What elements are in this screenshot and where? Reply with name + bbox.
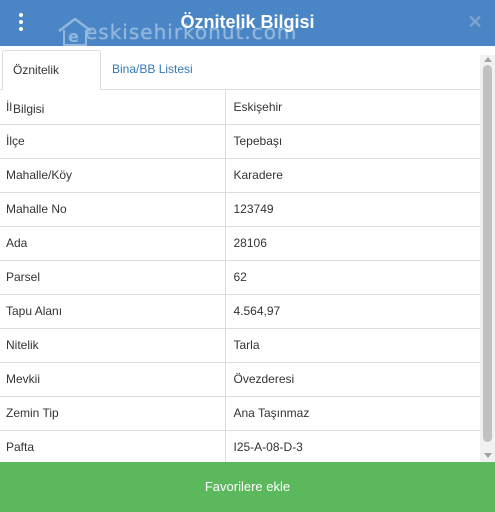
attribute-key: İlçe bbox=[0, 123, 226, 158]
attribute-value: I25-A-08-D-3 bbox=[225, 429, 480, 462]
table-row: Mahalle No 123749 bbox=[0, 191, 480, 226]
table-row: İlçe Tepebaşı bbox=[0, 123, 480, 158]
table-row: Ada 28106 bbox=[0, 225, 480, 260]
attribute-panel: İl Eskişehir İlçe Tepebaşı Mahalle/Köy Kara… bbox=[0, 90, 480, 462]
attribute-value: Eskişehir bbox=[233, 99, 283, 114]
scroll-up-arrow-icon[interactable] bbox=[484, 57, 492, 62]
dialog-title: Öznitelik Bilgisi bbox=[180, 12, 315, 32]
dialog-header: e eskisehirkonut.com Öznitelik Bilgisi ✕ bbox=[0, 0, 495, 46]
attribute-key: Tapu Alanı bbox=[0, 293, 226, 328]
table-row: Nitelik Tarla bbox=[0, 327, 480, 362]
attribute-key: Parsel bbox=[0, 259, 226, 294]
attribute-key: Mahalle No bbox=[0, 191, 226, 226]
add-favorites-button[interactable]: Favorilere ekle bbox=[0, 462, 495, 512]
attribute-value: Tarla bbox=[225, 327, 480, 362]
scrollbar[interactable] bbox=[480, 55, 495, 463]
tab-oznitelik-bilgisi[interactable]: Öznitelik Bilgisi bbox=[2, 50, 101, 116]
table-row: Mahalle/Köy Karadere bbox=[0, 157, 480, 192]
tab-bina-bb-listesi[interactable]: Bina/BB Listesi bbox=[102, 50, 203, 89]
attribute-value: 28106 bbox=[225, 225, 480, 260]
attribute-key: Mahalle/Köy bbox=[0, 157, 226, 192]
table-row: Pafta I25-A-08-D-3 bbox=[0, 429, 480, 462]
attribute-value: Ana Taşınmaz bbox=[225, 395, 480, 430]
attribute-value: Övezderesi bbox=[225, 361, 480, 396]
attribute-key: Mevkii bbox=[0, 361, 226, 396]
attribute-key: İl bbox=[0, 90, 226, 124]
attribute-value: Tepebaşı bbox=[225, 123, 480, 158]
attribute-value: 4.564,97 bbox=[225, 293, 480, 328]
tab-bar: Öznitelik Bilgisi Bina/BB Listesi bbox=[0, 46, 482, 116]
attribute-key: Pafta bbox=[0, 429, 226, 462]
table-row: Mevkii Övezderesi bbox=[0, 361, 480, 396]
table-row: Tapu Alanı 4.564,97 bbox=[0, 293, 480, 328]
close-icon[interactable]: ✕ bbox=[466, 12, 484, 32]
attribute-value: 123749 bbox=[225, 191, 480, 226]
scroll-down-arrow-icon[interactable] bbox=[484, 453, 492, 458]
attribute-value: 62 bbox=[225, 259, 480, 294]
table-row: Parsel 62 bbox=[0, 259, 480, 294]
scroll-thumb[interactable] bbox=[483, 65, 492, 442]
table-row: İl Eskişehir bbox=[0, 90, 480, 124]
attribute-key: Nitelik bbox=[0, 327, 226, 362]
attribute-table: İl Eskişehir İlçe Tepebaşı Mahalle/Köy Kara… bbox=[0, 90, 480, 462]
table-row: Zemin Tip Ana Taşınmaz bbox=[0, 395, 480, 430]
attribute-key: Zemin Tip bbox=[0, 395, 226, 430]
attribute-value: Karadere bbox=[225, 157, 480, 192]
attribute-key: Ada bbox=[0, 225, 226, 260]
